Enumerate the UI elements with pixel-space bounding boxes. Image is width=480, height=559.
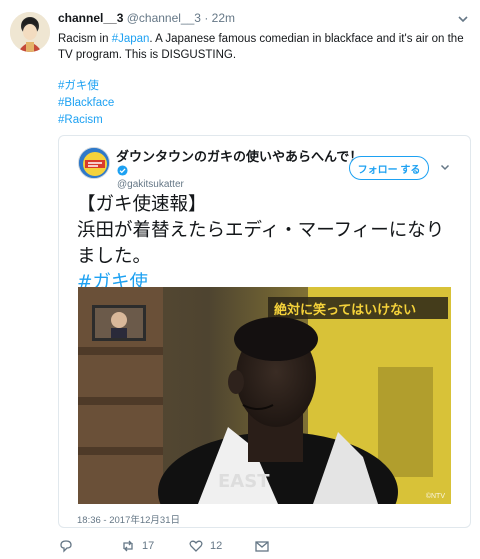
svg-text:EAST: EAST (218, 471, 270, 492)
tweet-actions: 17 12 (58, 538, 278, 554)
header-separator: · (204, 11, 209, 25)
chevron-down-icon[interactable] (456, 12, 470, 26)
quoted-media-image[interactable]: 絶対に笑ってはいけない EAST ©NTV (78, 287, 451, 504)
verified-badge-icon (117, 165, 128, 176)
quoted-tweet-card[interactable]: ダウンタウンのガキの使いやあらへんで！ @gakitsukatter フォロー … (58, 135, 471, 528)
tweet-text-before: Racism in (58, 33, 112, 45)
heart-icon (189, 540, 203, 552)
envelope-icon (255, 541, 269, 552)
avatar-illustration (10, 12, 50, 52)
quoted-text-line: ました。 (77, 246, 152, 267)
follow-button[interactable]: フォロー する (349, 156, 429, 180)
author-avatar[interactable] (10, 12, 50, 52)
quoted-author-handle[interactable]: @gakitsukatter (117, 179, 184, 190)
quoted-tweet-text: 【ガキ使速報】 浜田が着替えたらエディ・マーフィーになり ました。 #ガキ使 (77, 192, 457, 296)
tweet-header: channel__3 @channel__3 · 22m (58, 11, 235, 25)
quoted-tweet-date[interactable]: 18:36 - 2017年12月31日 (77, 512, 180, 526)
hashtag-link[interactable]: #ガキ使 (58, 78, 114, 95)
chevron-down-icon[interactable] (439, 161, 451, 173)
svg-text:絶対に笑ってはいけない: 絶対に笑ってはいけない (273, 302, 416, 318)
author-handle[interactable]: @channel__3 (127, 11, 201, 25)
quoted-author-name[interactable]: ダウンタウンのガキの使いやあらへんで！ (116, 146, 362, 165)
like-action[interactable]: 12 (188, 538, 222, 554)
tweet[interactable]: channel__3 @channel__3 · 22m Racism in #… (0, 0, 480, 559)
tweet-text: Racism in #Japan. A Japanese famous come… (58, 31, 470, 63)
media-photo: 絶対に笑ってはいけない EAST (78, 287, 451, 504)
quoted-author-avatar[interactable] (78, 147, 110, 179)
reply-action[interactable] (58, 538, 74, 554)
hashtag-link[interactable]: #Blackface (58, 95, 114, 112)
retweet-count: 17 (142, 540, 155, 552)
hashtag-list: #ガキ使 #Blackface #Racism (58, 78, 114, 129)
author-name[interactable]: channel__3 (58, 11, 123, 25)
quoted-text-line: 【ガキ使速報】 (77, 194, 207, 215)
like-count: 12 (210, 540, 223, 552)
hashtag-link[interactable]: #Racism (58, 112, 114, 129)
hashtag-japan-link[interactable]: #Japan (112, 33, 150, 45)
reply-icon (60, 540, 72, 553)
direct-message-action[interactable] (254, 538, 270, 554)
retweet-icon (123, 540, 133, 552)
show-logo-icon (79, 148, 109, 178)
tweet-timestamp[interactable]: 22m (212, 11, 235, 25)
media-caption: ©NTV (425, 493, 445, 500)
quoted-text-line: 浜田が着替えたらエディ・マーフィーになり (77, 220, 445, 241)
retweet-action[interactable]: 17 (120, 538, 154, 554)
